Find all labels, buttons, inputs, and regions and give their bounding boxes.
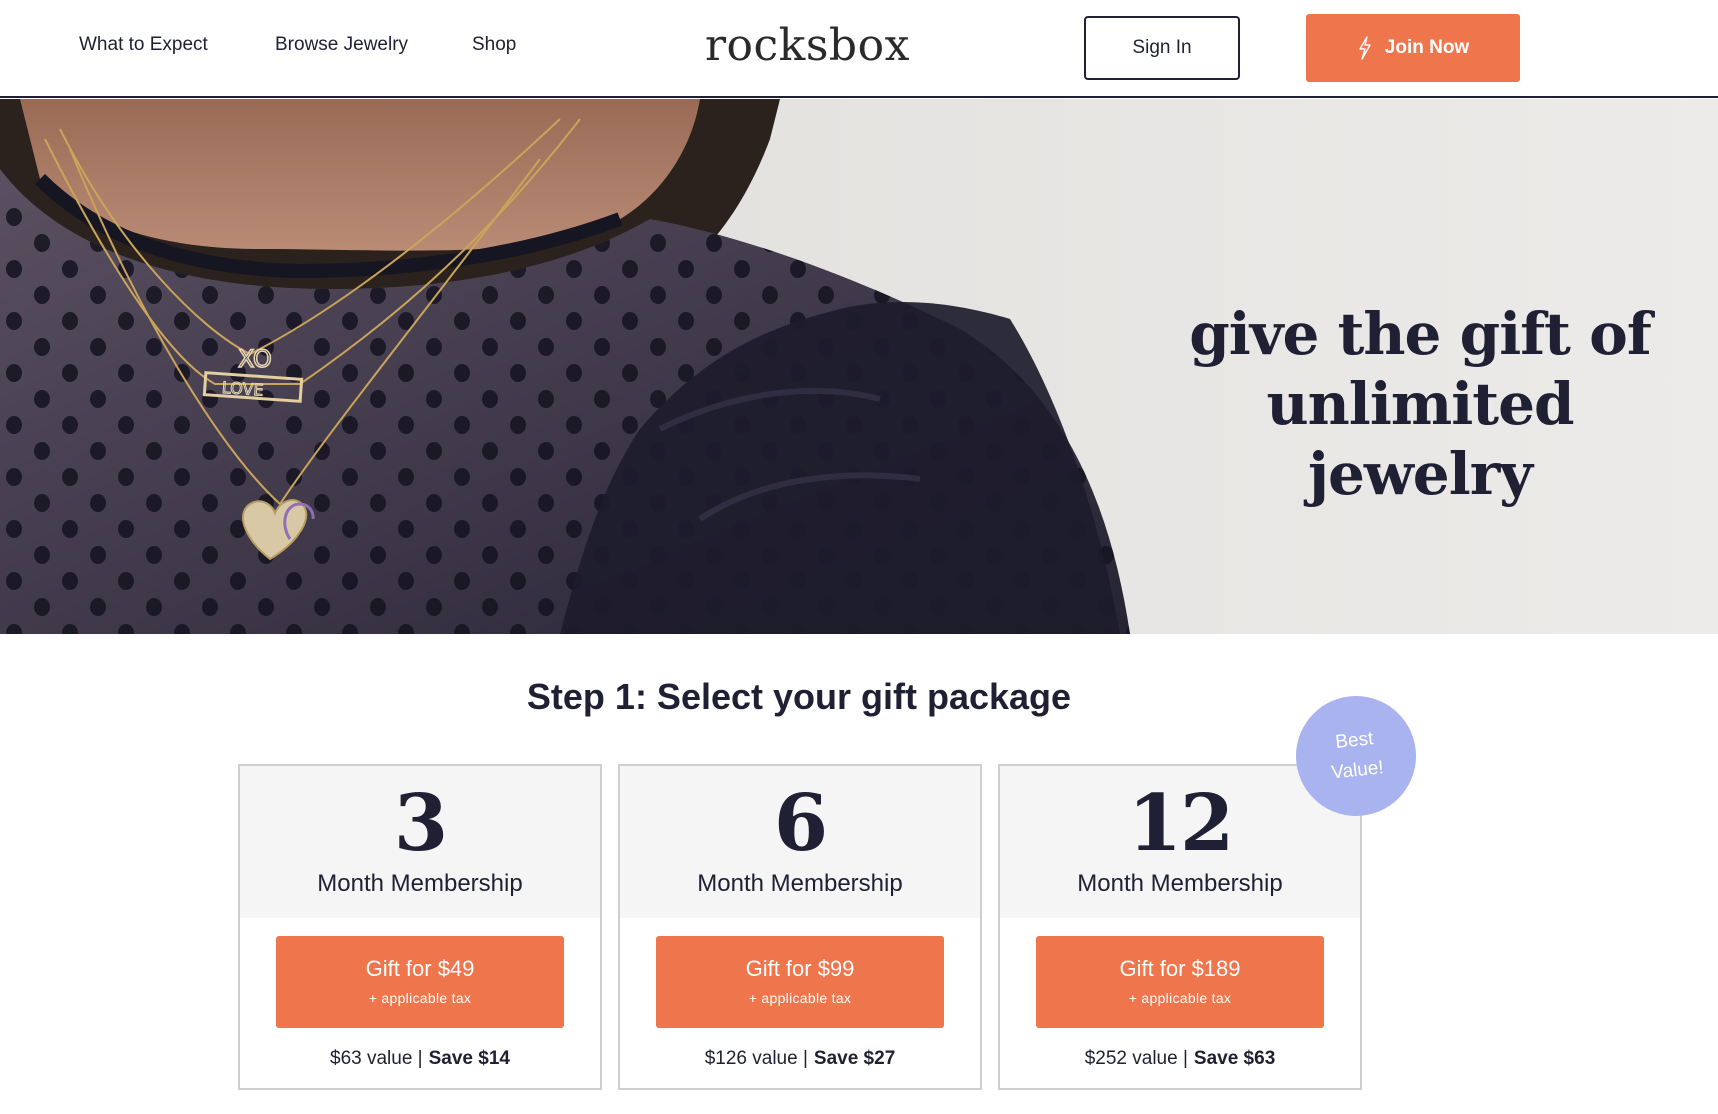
card-months: 3 [393,778,448,869]
love-pendant-text: LOVE [221,378,264,400]
badge-line2: Value! [1330,757,1385,784]
card-save: Save $27 [813,1048,896,1069]
card-value-line: $126 value | Save $27 [620,1048,980,1070]
hero-headline-line1: give the gift of [1189,300,1652,368]
join-now-button[interactable]: Join Now [1306,14,1520,82]
nav-shop[interactable]: Shop [472,34,516,56]
card-value: $252 value | [1084,1048,1188,1069]
hero-headline: give the gift of unlimited jewelry [1150,299,1690,509]
site-header: What to Expect Browse Jewelry Shop rocks… [0,0,1718,98]
gift-price-label: Gift for $49 [365,956,475,981]
gift-49-button[interactable]: Gift for $49 + applicable tax [276,936,564,1028]
card-months: 6 [773,778,828,869]
card-label: Month Membership [317,870,523,897]
card-months: 12 [1127,778,1235,869]
card-value-line: $63 value | Save $14 [240,1048,600,1070]
card-save: Save $63 [1193,1048,1276,1069]
lightning-bolt-icon [1359,36,1371,60]
card-label: Month Membership [697,870,903,897]
hero-headline-line2: unlimited jewelry [1266,370,1574,508]
package-card-12: 12 Month Membership Gift for $189 + appl… [998,764,1362,1090]
gift-99-button[interactable]: Gift for $99 + applicable tax [656,936,944,1028]
sign-in-button[interactable]: Sign In [1084,16,1240,80]
xo-pendant-text: XO [238,345,272,373]
package-card-3: 3 Month Membership Gift for $49 + applic… [238,764,602,1090]
nav-what-to-expect[interactable]: What to Expect [79,34,208,56]
nav-browse-jewelry[interactable]: Browse Jewelry [275,34,408,56]
join-now-label: Join Now [1384,37,1470,58]
card-save: Save $14 [428,1048,510,1069]
card-value-line: $252 value | Save $63 [1000,1048,1360,1070]
gift-tax-label: + applicable tax [748,990,852,1006]
package-card-6: 6 Month Membership Gift for $99 + applic… [618,764,982,1090]
gift-189-button[interactable]: Gift for $189 + applicable tax [1036,936,1324,1028]
card-label: Month Membership [1077,870,1283,897]
rocksbox-logo[interactable]: rocksbox [705,20,910,71]
sign-in-label: Sign In [1132,37,1192,58]
hero-banner: XO LOVE give the gift of unlimited jewel… [0,99,1718,634]
gift-tax-label: + applicable tax [368,990,472,1006]
card-value: $63 value | [330,1048,423,1069]
gift-tax-label: + applicable tax [1128,990,1232,1006]
gift-price-label: Gift for $189 [1119,956,1241,981]
badge-line1: Best [1334,728,1375,754]
gift-price-label: Gift for $99 [745,956,855,981]
card-value: $126 value | [704,1048,808,1069]
